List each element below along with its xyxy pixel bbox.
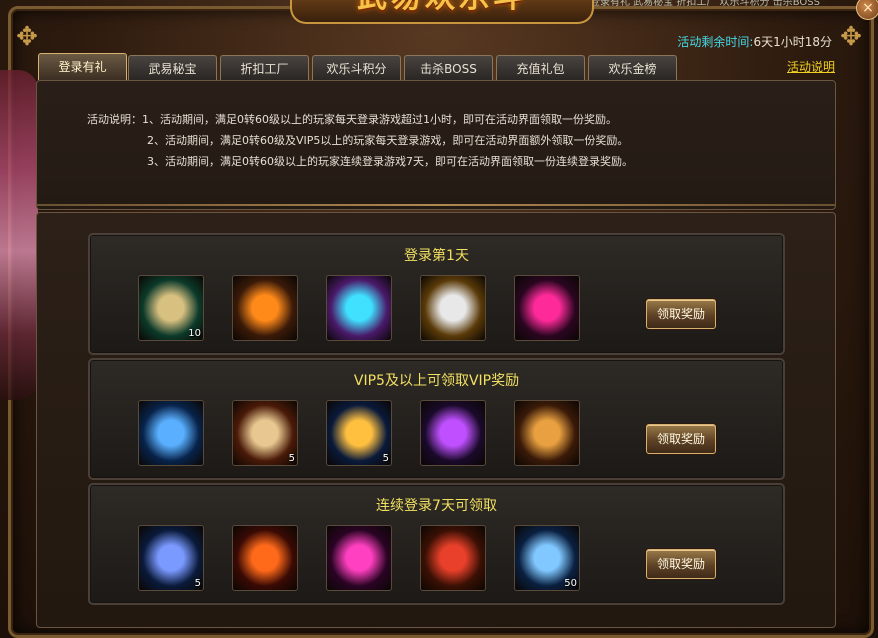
blue-vase-icon[interactable]: 50 bbox=[514, 525, 580, 591]
item-count: 10 bbox=[188, 328, 201, 339]
top-strip: 登录有礼 武易秘宝 折扣工厂 欢乐斗积分 击杀BOSS bbox=[590, 0, 820, 8]
item-count: 5 bbox=[194, 578, 201, 589]
item-count: 50 bbox=[564, 578, 577, 589]
claim-reward-button[interactable]: 领取奖励 bbox=[646, 549, 716, 579]
blue-potion-icon[interactable]: 5 bbox=[326, 400, 392, 466]
red-orb-icon[interactable] bbox=[232, 525, 298, 591]
armor-icon[interactable]: 5 bbox=[138, 525, 204, 591]
claim-reward-button[interactable]: 领取奖励 bbox=[646, 299, 716, 329]
ornament-icon: ✥ bbox=[16, 22, 38, 52]
title-banner: 武易欢乐斗 bbox=[290, 0, 594, 24]
page-title: 武易欢乐斗 bbox=[292, 0, 592, 16]
tab-kill-boss[interactable]: 击杀BOSS bbox=[404, 55, 493, 80]
pink-orb-icon[interactable] bbox=[326, 525, 392, 591]
jade-ring-icon[interactable]: 10 bbox=[138, 275, 204, 341]
timer-value: 6天1小时18分 bbox=[753, 35, 832, 49]
tab-treasure[interactable]: 武易秘宝 bbox=[128, 55, 217, 80]
red-giftbox-icon[interactable] bbox=[420, 525, 486, 591]
activity-timer: 活动剩余时间:6天1小时18分 bbox=[677, 33, 832, 50]
magenta-orb-icon[interactable] bbox=[514, 275, 580, 341]
ornament-icon: ✥ bbox=[840, 22, 862, 52]
tab-discount[interactable]: 折扣工厂 bbox=[220, 55, 309, 80]
tab-gold-ranking[interactable]: 欢乐金榜 bbox=[588, 55, 677, 80]
tab-recharge-gift[interactable]: 充值礼包 bbox=[496, 55, 585, 80]
timer-label: 活动剩余时间: bbox=[677, 35, 754, 49]
section-title: VIP5及以上可领取VIP奖励 bbox=[353, 373, 520, 389]
fire-orb-icon[interactable] bbox=[232, 275, 298, 341]
blue-crossbow-icon[interactable] bbox=[138, 400, 204, 466]
description-panel: 活动说明：1、活动期间，满足0转60级以上的玩家每天登录游戏超过1小时，即可在活… bbox=[36, 80, 836, 210]
silver-ingot-icon[interactable] bbox=[420, 275, 486, 341]
activity-help-link[interactable]: 活动说明 bbox=[787, 58, 835, 75]
item-count: 5 bbox=[382, 453, 389, 464]
reward-section-day1: 登录第1天 10 领取奖励 bbox=[88, 233, 785, 355]
tab-fun-points[interactable]: 欢乐斗积分 bbox=[312, 55, 401, 80]
item-count: 5 bbox=[288, 453, 295, 464]
reward-section-vip: VIP5及以上可领取VIP奖励 5 5 领取奖励 bbox=[88, 358, 785, 480]
description-line: 2、活动期间，满足0转60级及VIP5以上的玩家每天登录游戏，即可在活动界面额外… bbox=[147, 134, 629, 147]
cyan-orb-icon[interactable] bbox=[326, 275, 392, 341]
purple-orb-icon[interactable] bbox=[420, 400, 486, 466]
close-button[interactable]: × bbox=[856, 0, 878, 20]
gem-pouch-icon[interactable]: 5 bbox=[232, 400, 298, 466]
tab-login-gift[interactable]: 登录有礼 bbox=[38, 53, 127, 80]
description-line: 活动说明：1、活动期间，满足0转60级以上的玩家每天登录游戏超过1小时，即可在活… bbox=[87, 113, 617, 126]
divider bbox=[36, 204, 836, 206]
section-title: 连续登录7天可领取 bbox=[376, 498, 497, 514]
section-title: 登录第1天 bbox=[404, 248, 469, 264]
claim-reward-button[interactable]: 领取奖励 bbox=[646, 424, 716, 454]
character-art bbox=[0, 70, 38, 400]
description-line: 3、活动期间，满足0转60级以上的玩家连续登录游戏7天，即可在活动界面领取一份连… bbox=[147, 155, 633, 168]
reward-section-7day: 连续登录7天可领取 5 50 领取奖励 bbox=[88, 483, 785, 605]
treasure-chest-icon[interactable] bbox=[514, 400, 580, 466]
